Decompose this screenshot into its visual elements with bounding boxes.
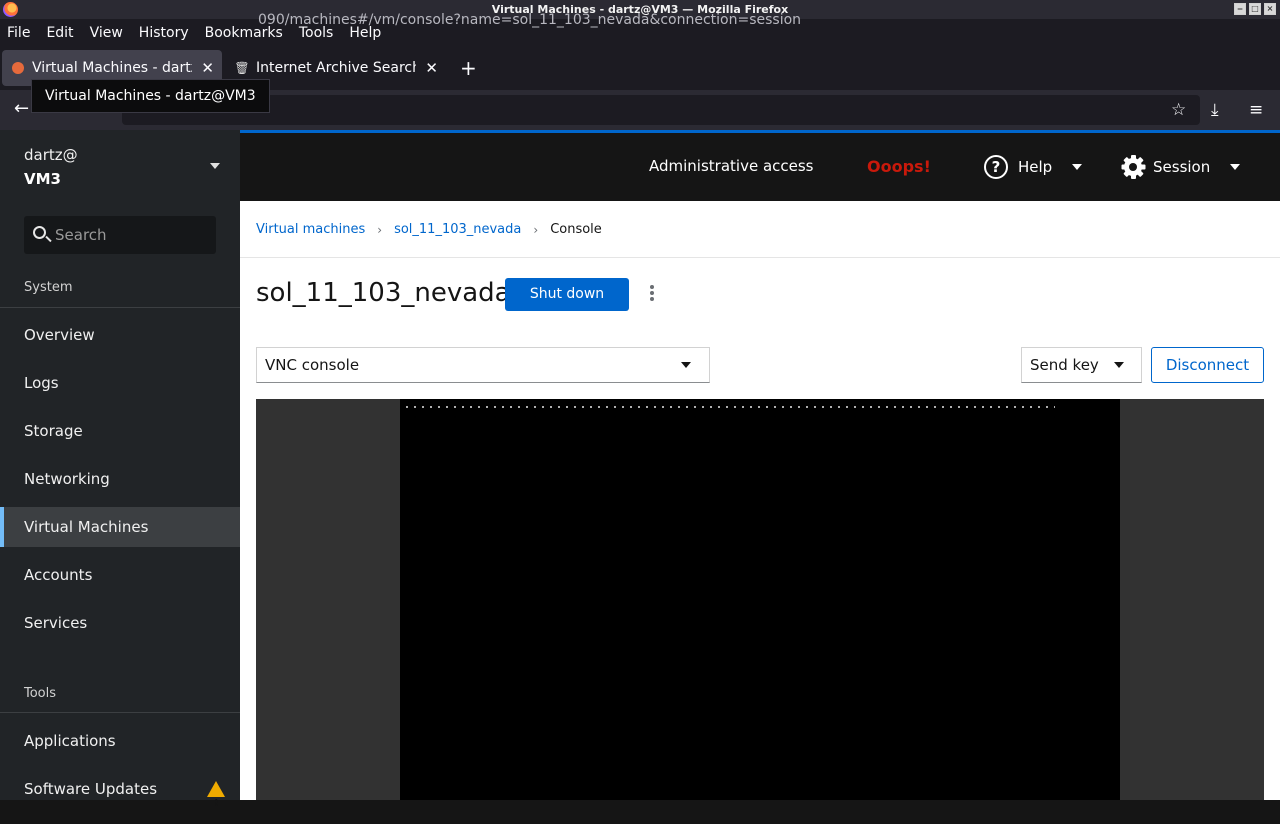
breadcrumb-virtual-machines[interactable]: Virtual machines [256,222,365,237]
cockpit-favicon-icon [12,62,24,74]
session-label: Session [1153,158,1211,176]
menu-history[interactable]: History [139,25,189,41]
vnc-console-area[interactable] [256,399,1264,800]
sidebar-item-label: Software Updates [24,780,158,798]
page-title: sol_11_103_nevada [256,278,511,308]
shut-down-button[interactable]: Shut down [505,278,629,311]
url-bar[interactable] [122,95,1200,125]
chevron-down-icon [1114,362,1124,368]
help-menu-button[interactable]: ? Help [984,153,1083,181]
search-input[interactable] [55,224,205,246]
close-icon[interactable]: × [1264,3,1276,15]
sidebar-item-networking[interactable]: Networking [0,459,240,499]
session-menu-button[interactable]: Session [1121,153,1241,181]
maximize-icon[interactable]: □ [1249,3,1261,15]
sidebar-item-logs[interactable]: Logs [0,363,240,403]
chevron-down-icon [681,362,691,368]
window-controls: ‒ □ × [1234,3,1276,15]
close-tab-icon[interactable]: ✕ [201,59,214,77]
chevron-right-icon: › [377,222,383,237]
sidebar-item-applications[interactable]: Applications [0,721,240,761]
section-system: System [24,280,73,295]
section-tools: Tools [24,686,57,701]
sidebar-item-virtual-machines[interactable]: Virtual Machines [0,507,240,547]
menu-edit[interactable]: Edit [46,25,73,41]
sidebar-item-overview[interactable]: Overview [0,315,240,355]
back-arrow-icon[interactable]: ← [14,98,29,119]
console-type-select[interactable]: VNC console [256,347,710,383]
host-name[interactable]: VM3 [24,170,61,188]
sidebar-item-storage[interactable]: Storage [0,411,240,451]
menu-view[interactable]: View [90,25,123,41]
chevron-down-icon [1230,164,1241,170]
sidebar-item-accounts[interactable]: Accounts [0,555,240,595]
menu-file[interactable]: File [7,25,30,41]
sidebar-divider [0,307,240,308]
sidebar: dartz@ VM3 System Overview Logs Storage … [0,130,240,824]
breadcrumb: Virtual machines › sol_11_103_nevada › C… [256,222,602,237]
send-key-label: Send key [1030,356,1099,374]
tab-title: Internet Archive Search [256,60,416,76]
gear-icon [1121,155,1146,179]
bookmark-star-icon[interactable]: ☆ [1171,100,1186,120]
help-label: Help [1018,158,1053,176]
sidebar-item-services[interactable]: Services [0,603,240,643]
search-icon [33,226,46,239]
host-switcher-caret-icon[interactable] [210,163,220,169]
vnc-screen[interactable] [400,399,1120,800]
ooops-button[interactable]: Ooops! [867,157,931,176]
chevron-down-icon [1072,164,1083,170]
sidebar-item-software-updates[interactable]: Software Updates [0,769,240,824]
close-tab-icon[interactable]: ✕ [425,59,438,77]
breadcrumb-divider [240,257,1280,258]
tab-title: Virtual Machines - dartz@VM3 [32,60,192,76]
tab-tooltip: Virtual Machines - dartz@VM3 [31,79,270,113]
sidebar-search[interactable] [24,216,216,254]
masthead: Administrative access Ooops! ? Help Sess… [240,133,1280,201]
kebab-menu-icon[interactable] [648,285,656,305]
url-text[interactable]: 090/machines#/vm/console?name=sol_11_103… [258,12,801,28]
breadcrumb-vm[interactable]: sol_11_103_nevada [394,222,521,237]
send-key-dropdown[interactable]: Send key [1021,347,1142,383]
main-content: Virtual machines › sol_11_103_nevada › C… [240,201,1280,800]
downloads-icon[interactable]: ⤓ [1211,100,1219,120]
host-user[interactable]: dartz@ [24,146,78,164]
firefox-logo-icon [3,2,18,17]
vnc-progress-dots [403,406,1055,408]
disconnect-button[interactable]: Disconnect [1151,347,1264,383]
breadcrumb-console: Console [550,222,602,237]
administrative-access-button[interactable]: Administrative access [649,157,814,175]
app-menu-icon[interactable]: ≡ [1249,100,1263,120]
warning-icon [207,781,225,824]
archive-favicon-icon: 🗑 [234,61,250,75]
new-tab-icon[interactable]: + [460,56,477,80]
console-type-value: VNC console [265,356,360,374]
sidebar-divider [0,712,240,713]
chevron-right-icon: › [533,222,539,237]
help-icon: ? [984,155,1008,179]
minimize-icon[interactable]: ‒ [1234,3,1246,15]
